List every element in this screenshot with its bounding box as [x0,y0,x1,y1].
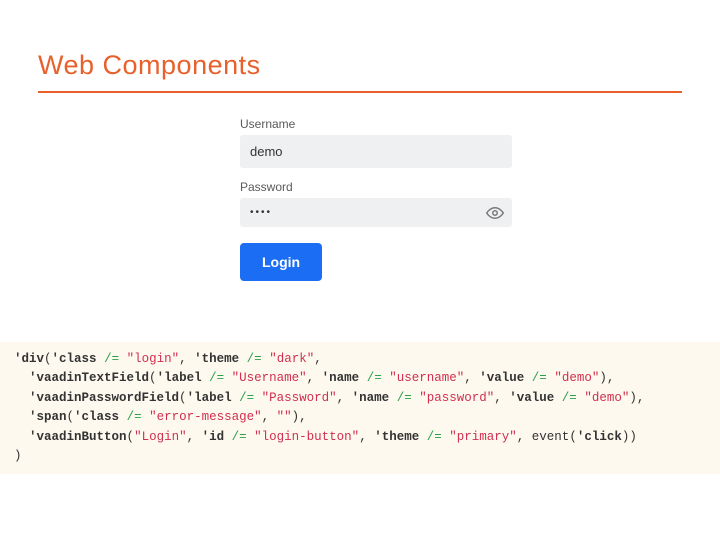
username-label: Username [240,117,512,131]
login-button[interactable]: Login [240,243,322,281]
username-input[interactable] [240,135,512,168]
title-divider [38,91,682,93]
password-label: Password [240,180,512,194]
password-input[interactable] [240,198,512,227]
code-snippet: 'div('class /= "login", 'theme /= "dark"… [0,342,720,474]
eye-icon[interactable] [486,204,504,222]
login-form: Username Password Login [240,117,512,281]
page-title: Web Components [38,50,682,91]
